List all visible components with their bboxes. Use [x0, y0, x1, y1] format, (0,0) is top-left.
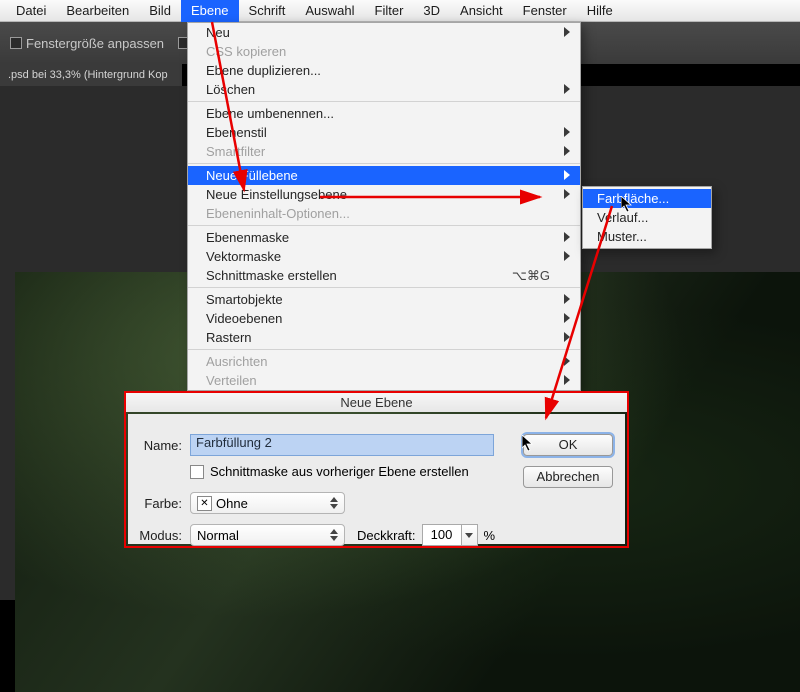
menuitem-ebene-umbenennen[interactable]: Ebene umbenennen...: [188, 104, 580, 123]
menu-auswahl[interactable]: Auswahl: [295, 0, 364, 22]
menuitem-videoebenen[interactable]: Videoebenen: [188, 309, 580, 328]
submenu-arrow-icon: [564, 189, 570, 199]
opacity-unit: %: [484, 528, 496, 543]
fit-window-label: Fenstergröße anpassen: [26, 36, 164, 51]
neue-ebene-dialog: Neue Ebene Name: Farbfüllung 2 Schnittma…: [124, 391, 629, 548]
clip-mask-label: Schnittmaske aus vorheriger Ebene erstel…: [210, 464, 469, 479]
menu-ebene[interactable]: Ebene: [181, 0, 239, 22]
mode-value: Normal: [197, 528, 239, 543]
opacity-label: Deckkraft:: [357, 528, 416, 543]
color-select[interactable]: ✕ Ohne: [190, 492, 345, 514]
opacity-dropdown-icon[interactable]: [462, 524, 478, 546]
mode-label: Modus:: [130, 528, 182, 543]
menu-fenster[interactable]: Fenster: [513, 0, 577, 22]
submenu-arrow-icon: [564, 84, 570, 94]
menu-hilfe[interactable]: Hilfe: [577, 0, 623, 22]
submenu-arrow-icon: [564, 332, 570, 342]
menuitem-verteilen: Verteilen: [188, 371, 580, 390]
opacity-stepper[interactable]: 100: [422, 524, 478, 546]
shortcut-label: ⌥⌘G: [512, 266, 550, 285]
color-value: Ohne: [216, 496, 248, 511]
menu-ansicht[interactable]: Ansicht: [450, 0, 513, 22]
fuellebene-submenu: Farbfläche... Verlauf... Muster...: [582, 186, 712, 249]
menu-bearbeiten[interactable]: Bearbeiten: [56, 0, 139, 22]
menuitem-schnittmaske-erstellen[interactable]: Schnittmaske erstellen⌥⌘G: [188, 266, 580, 285]
menuitem-css-kopieren: CSS kopieren: [188, 42, 580, 61]
submenu-arrow-icon: [564, 356, 570, 366]
menuitem-smartobjekte[interactable]: Smartobjekte: [188, 290, 580, 309]
submenu-arrow-icon: [564, 375, 570, 385]
name-label: Name:: [130, 438, 182, 453]
menuitem-smartfilter: Smartfilter: [188, 142, 580, 161]
dialog-title: Neue Ebene: [126, 393, 627, 412]
submenu-arrow-icon: [564, 170, 570, 180]
menuitem-ebeneninhalt-optionen: Ebeneninhalt-Optionen...: [188, 204, 580, 223]
submenuitem-muster[interactable]: Muster...: [583, 227, 711, 246]
menu-3d[interactable]: 3D: [413, 0, 450, 22]
menu-schrift[interactable]: Schrift: [239, 0, 296, 22]
menu-filter[interactable]: Filter: [365, 0, 414, 22]
submenu-arrow-icon: [564, 127, 570, 137]
menuitem-neu[interactable]: Neu: [188, 23, 580, 42]
color-label: Farbe:: [130, 496, 182, 511]
none-swatch-icon: ✕: [197, 496, 212, 511]
submenu-arrow-icon: [564, 294, 570, 304]
menuitem-ebene-duplizieren[interactable]: Ebene duplizieren...: [188, 61, 580, 80]
menuitem-ebenenmaske[interactable]: Ebenenmaske: [188, 228, 580, 247]
name-input[interactable]: Farbfüllung 2: [190, 434, 494, 456]
clip-mask-checkbox[interactable]: [190, 465, 204, 479]
menuitem-rastern[interactable]: Rastern: [188, 328, 580, 347]
ok-button[interactable]: OK: [523, 434, 613, 456]
fit-window-checkbox[interactable]: [10, 37, 22, 49]
menu-bild[interactable]: Bild: [139, 0, 181, 22]
menuitem-ausrichten: Ausrichten: [188, 352, 580, 371]
submenu-arrow-icon: [564, 146, 570, 156]
submenu-arrow-icon: [564, 232, 570, 242]
document-tab[interactable]: .psd bei 33,3% (Hintergrund Kop: [0, 64, 182, 86]
menu-datei[interactable]: Datei: [6, 0, 56, 22]
cancel-button[interactable]: Abbrechen: [523, 466, 613, 488]
submenu-arrow-icon: [564, 313, 570, 323]
submenuitem-farbflaeche[interactable]: Farbfläche...: [583, 189, 711, 208]
menu-bar: Datei Bearbeiten Bild Ebene Schrift Ausw…: [0, 0, 800, 22]
menuitem-neue-fuellebene[interactable]: Neue Füllebene: [188, 166, 580, 185]
submenuitem-verlauf[interactable]: Verlauf...: [583, 208, 711, 227]
menuitem-ebenenstil[interactable]: Ebenenstil: [188, 123, 580, 142]
menuitem-loeschen[interactable]: Löschen: [188, 80, 580, 99]
ebene-dropdown: Neu CSS kopieren Ebene duplizieren... Lö…: [187, 22, 581, 391]
mode-select[interactable]: Normal: [190, 524, 345, 546]
menuitem-neue-einstellungsebene[interactable]: Neue Einstellungsebene: [188, 185, 580, 204]
submenu-arrow-icon: [564, 27, 570, 37]
submenu-arrow-icon: [564, 251, 570, 261]
menuitem-vektormaske[interactable]: Vektormaske: [188, 247, 580, 266]
opacity-value[interactable]: 100: [422, 524, 462, 546]
